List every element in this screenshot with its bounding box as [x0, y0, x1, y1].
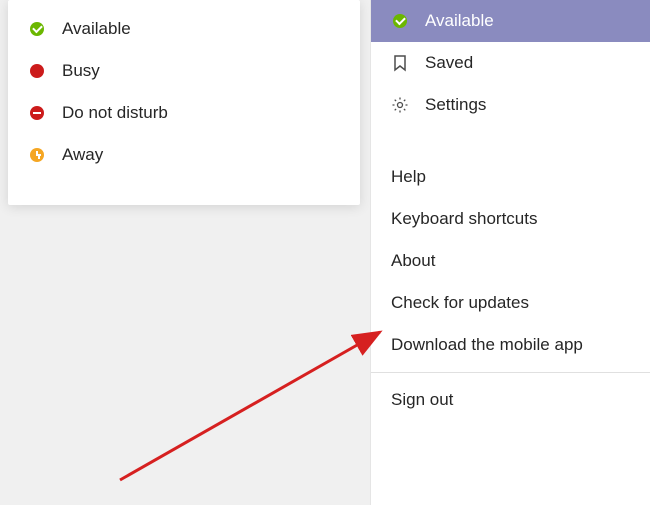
menu-label: Saved — [425, 53, 473, 73]
available-icon — [391, 12, 409, 30]
bookmark-icon — [391, 54, 409, 72]
menu-saved[interactable]: Saved — [371, 42, 650, 84]
away-icon — [30, 148, 44, 162]
menu-about[interactable]: About — [371, 240, 650, 282]
status-busy[interactable]: Busy — [8, 50, 360, 92]
status-label: Busy — [62, 61, 100, 81]
menu-label: Keyboard shortcuts — [391, 209, 537, 229]
menu-label: About — [391, 251, 435, 271]
menu-check-for-updates[interactable]: Check for updates — [371, 282, 650, 324]
status-away[interactable]: Away — [8, 134, 360, 176]
status-available[interactable]: Available — [8, 8, 360, 50]
menu-settings[interactable]: Settings — [371, 84, 650, 126]
menu-divider — [371, 372, 650, 373]
menu-label: Check for updates — [391, 293, 529, 313]
profile-menu: Available Saved Settings Help Keyboard s… — [370, 0, 650, 505]
menu-label: Help — [391, 167, 426, 187]
status-label: Available — [62, 19, 131, 39]
menu-label: Sign out — [391, 390, 453, 410]
menu-available[interactable]: Available — [371, 0, 650, 42]
gear-icon — [391, 96, 409, 114]
annotation-arrow — [110, 320, 400, 490]
menu-label: Settings — [425, 95, 486, 115]
menu-label: Available — [425, 11, 494, 31]
status-label: Do not disturb — [62, 103, 168, 123]
menu-help[interactable]: Help — [371, 156, 650, 198]
status-do-not-disturb[interactable]: Do not disturb — [8, 92, 360, 134]
busy-icon — [30, 64, 44, 78]
status-submenu: Available Busy Do not disturb Away — [8, 0, 360, 205]
available-icon — [30, 22, 44, 36]
status-label: Away — [62, 145, 103, 165]
dnd-icon — [30, 106, 44, 120]
menu-download-mobile[interactable]: Download the mobile app — [371, 324, 650, 366]
menu-keyboard-shortcuts[interactable]: Keyboard shortcuts — [371, 198, 650, 240]
menu-label: Download the mobile app — [391, 335, 583, 355]
menu-sign-out[interactable]: Sign out — [371, 379, 650, 421]
